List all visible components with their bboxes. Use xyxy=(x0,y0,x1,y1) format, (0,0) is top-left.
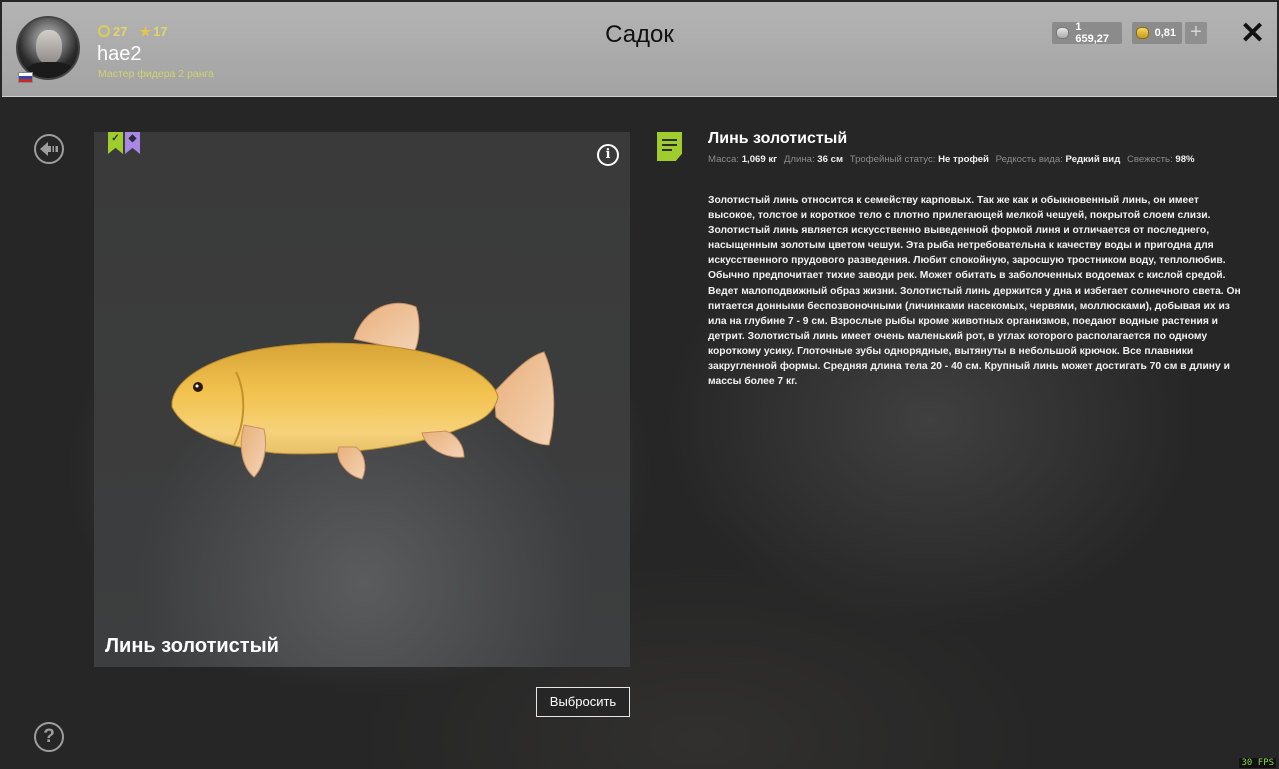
fish-specs: Масса: 1,069 кг Длина: 36 см Трофейный с… xyxy=(708,154,1199,165)
top-bar: 27 ★ 17 hae2 Мастер фидера 2 ранга Садок … xyxy=(2,2,1277,97)
silver-value: 1 659,27 xyxy=(1075,21,1110,45)
gold-value: 0,81 xyxy=(1154,27,1176,39)
help-button[interactable]: ? xyxy=(34,722,64,752)
fish-title: Линь золотистый xyxy=(708,130,848,147)
rarity-label: Редкость вида: xyxy=(995,154,1063,165)
info-button[interactable]: i xyxy=(597,144,619,166)
checked-bookmark-icon: ✓ xyxy=(108,132,123,154)
mass-label: Масса: xyxy=(708,154,740,165)
fish-card: ✓ ◆ i Линь золотистый xyxy=(94,132,630,667)
trophy-value: Не трофей xyxy=(938,154,989,165)
length-label: Длина: xyxy=(783,154,815,165)
gold-balance: 0,81 xyxy=(1132,22,1182,44)
trophy-label: Трофейный статус: xyxy=(849,154,936,165)
silver-coin-icon xyxy=(1056,27,1070,39)
silver-balance: 1 659,27 xyxy=(1052,21,1122,45)
freshness-label: Свежесть: xyxy=(1126,154,1173,165)
fish-card-name: Линь золотистый xyxy=(105,635,279,657)
player-rank: Мастер фидера 2 ранга xyxy=(98,68,214,80)
rarity-value: Редкий вид xyxy=(1065,154,1121,165)
rare-bookmark-icon: ◆ xyxy=(125,132,140,154)
close-button[interactable]: ✕ xyxy=(1240,19,1265,49)
russia-flag-icon xyxy=(18,72,33,83)
add-currency-button[interactable]: + xyxy=(1185,22,1207,44)
fish-tags: ✓ ◆ xyxy=(108,132,140,154)
mass-value: 1,069 кг xyxy=(741,154,778,165)
back-button[interactable] xyxy=(34,134,64,164)
fish-description: Золотистый линь относится к семейству ка… xyxy=(708,195,1241,388)
discard-button[interactable]: Выбросить xyxy=(536,687,630,717)
back-arrow-icon xyxy=(40,142,58,156)
fps-counter: 30 FPS xyxy=(1239,758,1276,768)
freshness-value: 98% xyxy=(1175,154,1195,165)
length-value: 36 см xyxy=(817,154,844,165)
fish-image[interactable] xyxy=(164,297,564,487)
description-note-icon xyxy=(657,132,682,161)
gold-coin-icon xyxy=(1136,27,1149,39)
